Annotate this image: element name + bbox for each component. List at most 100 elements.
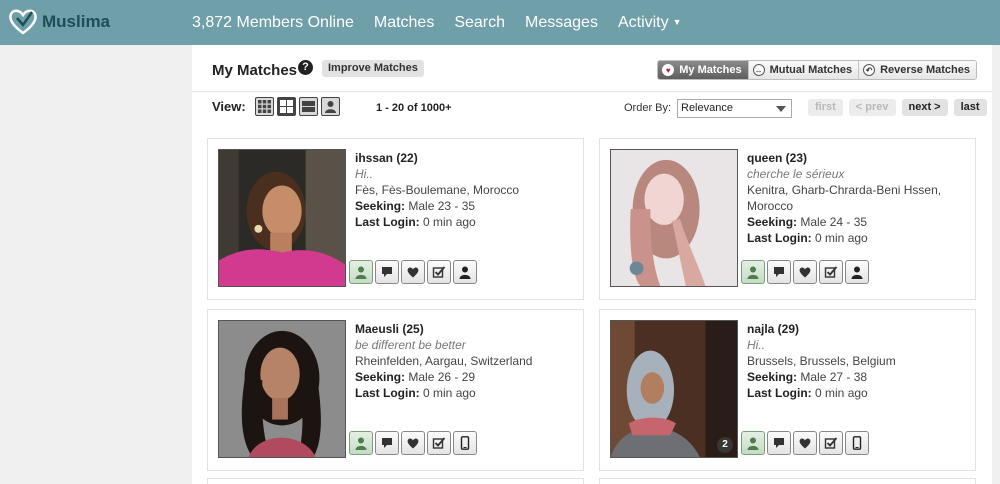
profile-name[interactable]: najla (29) — [747, 321, 969, 337]
profile-card-partial — [207, 478, 584, 484]
last-page-button[interactable]: last — [953, 99, 987, 116]
checkbox-icon — [824, 437, 838, 449]
profile-seeking: Seeking: Male 27 - 38 — [747, 369, 969, 385]
profile-photo[interactable] — [610, 149, 738, 287]
nav-search[interactable]: Search — [454, 14, 505, 32]
view-profile-action[interactable] — [349, 431, 373, 455]
profile-name[interactable]: Maeusli (25) — [355, 321, 577, 337]
user-icon — [747, 266, 759, 279]
seeking-value: Male 26 - 29 — [408, 370, 476, 384]
main-panel: My Matches ? Improve Matches ♥ My Matche… — [192, 45, 992, 484]
profile-location: Kenitra, Gharb-Chrarda-Beni Hssen, Moroc… — [747, 183, 942, 213]
tab-reverse-matches[interactable]: ↶ Reverse Matches — [858, 61, 976, 79]
small-grid-icon — [258, 100, 271, 113]
results-toolbar: View: 1 - 20 of 1000+ Order By: Relevanc… — [192, 93, 992, 129]
profile-photo[interactable] — [218, 149, 346, 287]
prev-page-button[interactable]: < prev — [848, 99, 896, 116]
profile-card[interactable]: Maeusli (25) be different be better Rhei… — [207, 309, 584, 471]
tab-my-matches-label: My Matches — [679, 64, 742, 76]
tab-mutual-matches-label: Mutual Matches — [769, 64, 853, 76]
view-profile-action[interactable] — [741, 431, 765, 455]
profile-tagline: Hi.. — [355, 167, 373, 181]
mobile-phone-icon — [460, 436, 470, 450]
pagination: first < prev next > last — [802, 99, 987, 116]
profile-seeking: Seeking: Male 24 - 35 — [747, 214, 969, 230]
user-icon — [325, 101, 336, 113]
profile-photo-image — [219, 150, 345, 286]
chat-bubble-icon — [774, 438, 784, 448]
shortlist-action[interactable] — [427, 431, 451, 455]
dropdown-arrow-icon — [776, 106, 786, 112]
message-action[interactable] — [375, 431, 399, 455]
brand-logo[interactable]: Muslima — [8, 8, 110, 36]
last-login-label: Last Login: — [355, 215, 420, 229]
user-icon — [747, 437, 759, 450]
improve-matches-button[interactable]: Improve Matches — [322, 60, 424, 77]
tab-reverse-matches-label: Reverse Matches — [880, 64, 970, 76]
profile-photo-image — [611, 321, 737, 457]
seeking-label: Seeking: — [747, 370, 798, 384]
profile-name[interactable]: ihssan (22) — [355, 150, 577, 166]
last-login-value: 0 min ago — [815, 231, 868, 245]
user-silhouette-icon — [459, 266, 471, 279]
nav-messages[interactable]: Messages — [525, 14, 598, 32]
profile-photo[interactable]: 2 — [610, 320, 738, 458]
profile-location: Brussels, Brussels, Belgium — [747, 354, 896, 368]
status-action[interactable] — [845, 260, 869, 284]
profile-tagline: be different be better — [355, 338, 466, 352]
profile-location: Rheinfelden, Aargau, Switzerland — [355, 354, 533, 368]
message-action[interactable] — [767, 431, 791, 455]
shortlist-action[interactable] — [427, 260, 451, 284]
nav-matches[interactable]: Matches — [374, 14, 434, 32]
view-large-grid-button[interactable] — [277, 97, 296, 116]
next-page-button[interactable]: next > — [901, 99, 948, 116]
order-by-label: Order By: — [624, 102, 672, 114]
chat-bubble-icon — [382, 438, 392, 448]
tab-mutual-matches[interactable]: ↔ Mutual Matches — [747, 61, 859, 79]
view-small-grid-button[interactable] — [255, 97, 274, 116]
tab-my-matches[interactable]: ♥ My Matches — [658, 61, 748, 79]
view-profile-button[interactable] — [321, 97, 340, 116]
seeking-label: Seeking: — [747, 215, 798, 229]
profile-photo[interactable] — [218, 320, 346, 458]
shortlist-action[interactable] — [819, 431, 843, 455]
like-action[interactable] — [793, 260, 817, 284]
view-profile-action[interactable] — [349, 260, 373, 284]
first-page-button[interactable]: first — [808, 99, 843, 116]
order-by-select[interactable]: Relevance — [677, 99, 792, 118]
mobile-status-action[interactable] — [845, 431, 869, 455]
profile-name[interactable]: queen (23) — [747, 150, 969, 166]
message-action[interactable] — [767, 260, 791, 284]
left-blank-area — [0, 45, 192, 484]
profile-last-login: Last Login: 0 min ago — [355, 214, 577, 230]
chat-bubble-icon — [774, 267, 784, 277]
message-action[interactable] — [375, 260, 399, 284]
profile-card[interactable]: queen (23) cherche le sérieux Kenitra, G… — [599, 138, 976, 300]
view-list-button[interactable] — [299, 97, 318, 116]
status-action[interactable] — [453, 260, 477, 284]
like-action[interactable] — [793, 431, 817, 455]
profile-tagline: cherche le sérieux — [747, 167, 845, 181]
profile-card[interactable]: 2 najla (29) Hi.. Brussels, Brussels, Be… — [599, 309, 976, 471]
mobile-phone-icon — [852, 436, 862, 450]
members-online-link[interactable]: 3,872 Members Online — [192, 14, 354, 32]
page-header: My Matches ? Improve Matches ♥ My Matche… — [192, 45, 992, 92]
mutual-arrows-icon: ↔ — [752, 64, 765, 76]
view-profile-action[interactable] — [741, 260, 765, 284]
nav-activity[interactable]: Activity ▼ — [618, 14, 682, 32]
shortlist-action[interactable] — [819, 260, 843, 284]
profile-location: Fès, Fès-Boulemane, Morocco — [355, 183, 520, 197]
mobile-status-action[interactable] — [453, 431, 477, 455]
profile-last-login: Last Login: 0 min ago — [355, 385, 577, 401]
last-login-value: 0 min ago — [423, 386, 476, 400]
last-login-label: Last Login: — [747, 386, 812, 400]
view-label: View: — [212, 99, 246, 114]
photo-count-badge[interactable]: 2 — [717, 437, 733, 453]
last-login-value: 0 min ago — [815, 386, 868, 400]
like-action[interactable] — [401, 260, 425, 284]
help-icon[interactable]: ? — [298, 60, 313, 75]
profile-card[interactable]: ihssan (22) Hi.. Fès, Fès-Boulemane, Mor… — [207, 138, 584, 300]
heart-logo-icon — [9, 9, 37, 35]
chat-bubble-icon — [382, 267, 392, 277]
like-action[interactable] — [401, 431, 425, 455]
